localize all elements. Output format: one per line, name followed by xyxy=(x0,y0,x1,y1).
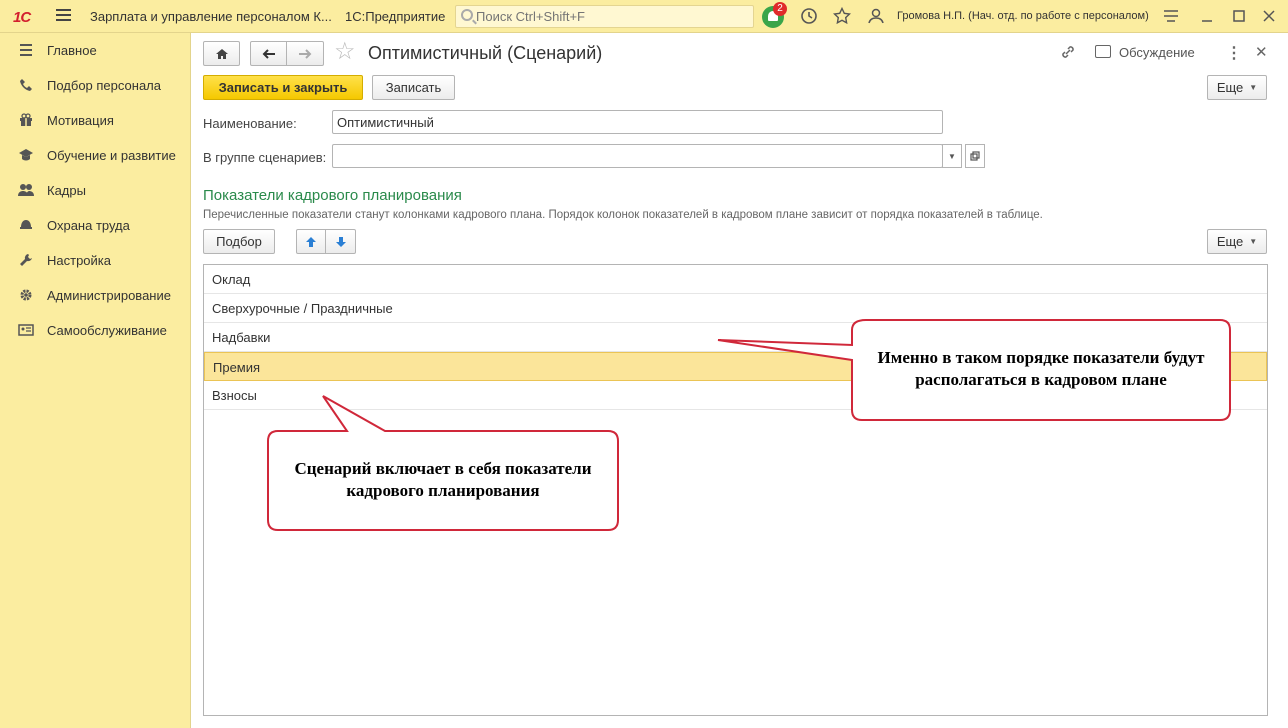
current-user[interactable]: Громова Н.П. (Нач. отд. по работе с перс… xyxy=(897,10,1149,22)
hamburger-menu-icon[interactable] xyxy=(56,9,71,23)
sidebar-item-safety[interactable]: Охрана труда xyxy=(0,208,190,243)
callout-right-text: Именно в таком порядке показатели будут … xyxy=(877,348,1205,389)
home-icon xyxy=(215,48,228,59)
chevron-down-icon: ▼ xyxy=(948,151,956,161)
sidebar-item-label: Администрирование xyxy=(47,288,171,303)
sidebar-item-recruitment[interactable]: Подбор персонала xyxy=(0,68,190,103)
group-field[interactable] xyxy=(332,144,943,168)
sidebar-item-label: Настройка xyxy=(47,253,111,268)
back-button[interactable] xyxy=(250,41,287,66)
home-button[interactable] xyxy=(203,41,240,66)
gear-icon xyxy=(18,288,34,304)
more-menu-label: Еще xyxy=(1216,234,1244,249)
phone-icon xyxy=(18,78,34,94)
more-menu-button[interactable]: Еще ▼ xyxy=(1207,75,1267,100)
group-dropdown-button[interactable]: ▼ xyxy=(942,144,962,168)
group-open-button[interactable] xyxy=(965,144,985,168)
link-icon[interactable] xyxy=(1060,44,1076,65)
close-form-icon[interactable]: ✕ xyxy=(1255,43,1268,61)
group-label: В группе сценариев: xyxy=(203,150,327,165)
save-button[interactable]: Записать xyxy=(372,75,455,100)
app-logo: 1С xyxy=(13,9,31,26)
helmet-icon xyxy=(18,218,34,234)
config-title: Зарплата и управление персоналом К... xyxy=(90,9,332,24)
user-icon[interactable] xyxy=(866,6,886,26)
settings-lines-icon[interactable] xyxy=(1161,6,1181,26)
table-more-menu-button[interactable]: Еще ▼ xyxy=(1207,229,1267,254)
top-bar: 1С Зарплата и управление персоналом К...… xyxy=(0,0,1288,33)
move-up-button[interactable] xyxy=(296,229,326,254)
open-form-icon xyxy=(970,151,980,161)
minimize-icon[interactable] xyxy=(1197,6,1217,26)
sidebar-item-label: Подбор персонала xyxy=(47,78,161,93)
sidebar-item-label: Самообслуживание xyxy=(47,323,167,338)
menu-icon xyxy=(18,43,34,59)
pick-button[interactable]: Подбор xyxy=(203,229,275,254)
graduation-cap-icon xyxy=(18,148,34,164)
wrench-icon xyxy=(18,253,34,269)
section-description: Перечисленные показатели станут колонкам… xyxy=(203,209,1043,221)
arrow-up-icon xyxy=(306,236,316,247)
favorites-star-icon[interactable] xyxy=(832,6,852,26)
sidebar-item-label: Главное xyxy=(47,43,97,58)
maximize-icon[interactable] xyxy=(1229,6,1249,26)
more-actions-icon[interactable]: ⋮ xyxy=(1226,43,1242,63)
page-title: Оптимистичный (Сценарий) xyxy=(368,43,603,63)
sidebar-item-label: Мотивация xyxy=(47,113,114,128)
sidebar-item-label: Обучение и развитие xyxy=(47,148,176,163)
sidebar-item-main[interactable]: Главное xyxy=(0,33,190,68)
sidebar-item-label: Охрана труда xyxy=(47,218,130,233)
arrow-right-icon xyxy=(299,48,312,59)
table-row[interactable]: Сверхурочные / Праздничные xyxy=(204,294,1267,323)
favorite-star-icon[interactable]: ☆ xyxy=(334,40,356,64)
chevron-down-icon: ▼ xyxy=(1249,237,1258,246)
notifications-badge: 2 xyxy=(773,2,787,16)
section-title: Показатели кадрового планирования xyxy=(203,187,462,204)
sidebar-item-label: Кадры xyxy=(47,183,86,198)
name-field[interactable]: Оптимистичный xyxy=(332,110,943,134)
name-label: Наименование: xyxy=(203,116,297,131)
move-down-button[interactable] xyxy=(325,229,356,254)
people-icon xyxy=(18,183,34,199)
discussion-icon[interactable] xyxy=(1095,45,1111,58)
more-menu-label: Еще xyxy=(1216,80,1244,95)
save-and-close-button[interactable]: Записать и закрыть xyxy=(203,75,363,100)
callout-left-text: Сценарий включает в себя показатели кадр… xyxy=(294,459,592,500)
sidebar-item-hr[interactable]: Кадры xyxy=(0,173,190,208)
arrow-left-icon xyxy=(262,48,275,59)
platform-name: 1С:Предприятие xyxy=(345,9,446,24)
sections-panel: Главное Подбор персонала Мотивация Обуче… xyxy=(0,33,191,728)
discussion-button[interactable]: Обсуждение xyxy=(1119,45,1195,60)
table-row[interactable]: Оклад xyxy=(204,265,1267,294)
history-icon[interactable] xyxy=(799,6,819,26)
global-search[interactable] xyxy=(455,5,754,28)
sidebar-item-administration[interactable]: Администрирование xyxy=(0,278,190,313)
close-window-icon[interactable] xyxy=(1259,6,1279,26)
sidebar-item-training[interactable]: Обучение и развитие xyxy=(0,138,190,173)
sidebar-item-self-service[interactable]: Самообслуживание xyxy=(0,313,190,348)
arrow-down-icon xyxy=(335,236,346,247)
search-icon xyxy=(461,9,473,21)
id-card-icon xyxy=(18,323,34,339)
forward-button[interactable] xyxy=(286,41,324,66)
sidebar-item-settings[interactable]: Настройка xyxy=(0,243,190,278)
gift-icon xyxy=(18,112,34,129)
search-input[interactable] xyxy=(476,8,746,25)
chevron-down-icon: ▼ xyxy=(1249,83,1258,92)
sidebar-item-motivation[interactable]: Мотивация xyxy=(0,103,190,138)
